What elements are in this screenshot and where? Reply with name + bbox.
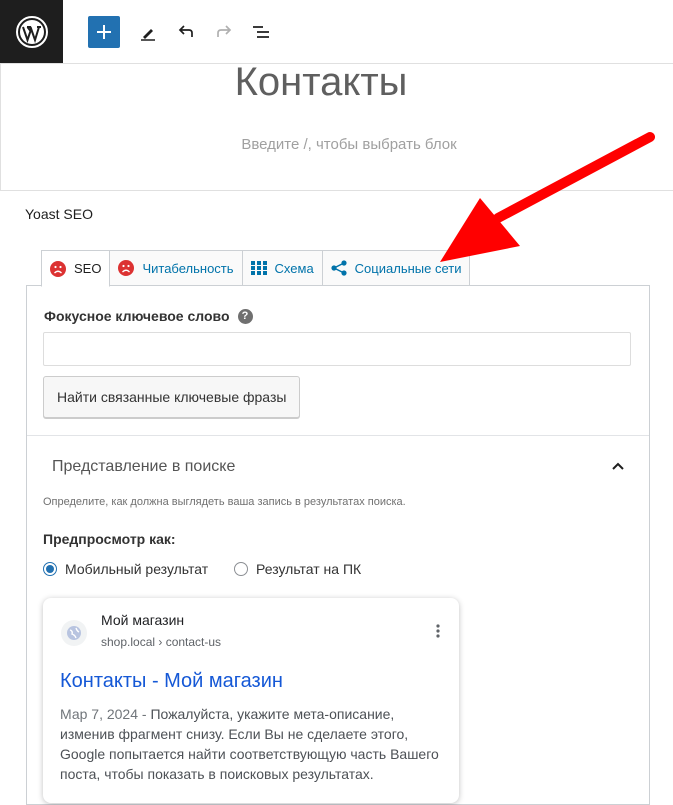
- radio-desktop-result[interactable]: Результат на ПК: [234, 561, 361, 577]
- tab-label: Социальные сети: [354, 260, 462, 276]
- wordpress-logo-icon[interactable]: [0, 0, 63, 63]
- help-icon[interactable]: ?: [237, 308, 253, 324]
- tab-label: Схема: [274, 260, 314, 276]
- preview-description: Мар 7, 2024 - Пожалуйста, укажите мета-о…: [60, 704, 450, 784]
- undo-icon[interactable]: [170, 16, 202, 48]
- focus-keyword-label: Фокусное ключевое слово ?: [44, 308, 253, 324]
- site-url: shop.local › contact-us: [101, 635, 222, 649]
- tab-seo[interactable]: SEO: [41, 250, 111, 287]
- radio-label: Результат на ПК: [256, 561, 362, 577]
- list-view-icon[interactable]: [245, 16, 277, 48]
- yoast-panel-title[interactable]: Yoast SEO: [25, 206, 93, 222]
- preview-separator: -: [138, 706, 151, 722]
- post-title[interactable]: Контакты: [1, 60, 641, 105]
- sad-face-icon: [118, 260, 135, 276]
- share-icon: [331, 260, 347, 276]
- focus-keyword-label-text: Фокусное ключевое слово: [44, 308, 230, 324]
- yoast-tabs: SEO Читабельность Схема Социальные сети: [41, 250, 471, 287]
- tab-readability[interactable]: Читабельность: [109, 250, 243, 285]
- preview-as-label: Предпросмотр как:: [43, 531, 176, 547]
- more-vertical-icon[interactable]: [436, 624, 440, 643]
- tab-label: Читабельность: [142, 260, 234, 276]
- editor-canvas: Контакты Введите /, чтобы выбрать блок: [0, 60, 673, 191]
- globe-icon: [61, 620, 87, 646]
- tab-schema[interactable]: Схема: [241, 250, 323, 285]
- radio-button[interactable]: [234, 562, 248, 576]
- redo-icon[interactable]: [208, 16, 240, 48]
- sad-face-icon: [50, 260, 66, 277]
- search-appearance-heading[interactable]: Представление в поиске: [52, 458, 235, 476]
- yoast-seo-panel: Фокусное ключевое слово ? Найти связанны…: [26, 285, 650, 805]
- preview-title-link[interactable]: Контакты - Мой магазин: [60, 670, 283, 693]
- radio-button[interactable]: [43, 562, 57, 576]
- block-placeholder[interactable]: Введите /, чтобы выбрать блок: [1, 136, 673, 153]
- find-related-keyphrases-button[interactable]: Найти связанные ключевые фразы: [43, 376, 301, 418]
- preview-date: Мар 7, 2024: [60, 706, 138, 722]
- google-preview-card: Мой магазин shop.local › contact-us Конт…: [43, 598, 459, 803]
- chevron-up-icon[interactable]: [610, 458, 626, 479]
- search-appearance-description: Определите, как должна выглядеть ваша за…: [43, 496, 406, 508]
- grid-icon: [250, 260, 267, 276]
- tab-social[interactable]: Социальные сети: [321, 250, 471, 285]
- radio-mobile-result[interactable]: Мобильный результат: [43, 561, 208, 577]
- focus-keyword-input[interactable]: [43, 332, 631, 366]
- divider: [27, 435, 649, 436]
- pencil-icon[interactable]: [132, 16, 164, 48]
- site-name: Мой магазин: [101, 612, 185, 628]
- add-block-button[interactable]: [88, 16, 120, 48]
- editor-toolbar: [0, 0, 673, 64]
- radio-label: Мобильный результат: [65, 561, 209, 577]
- tab-label: SEO: [74, 261, 102, 276]
